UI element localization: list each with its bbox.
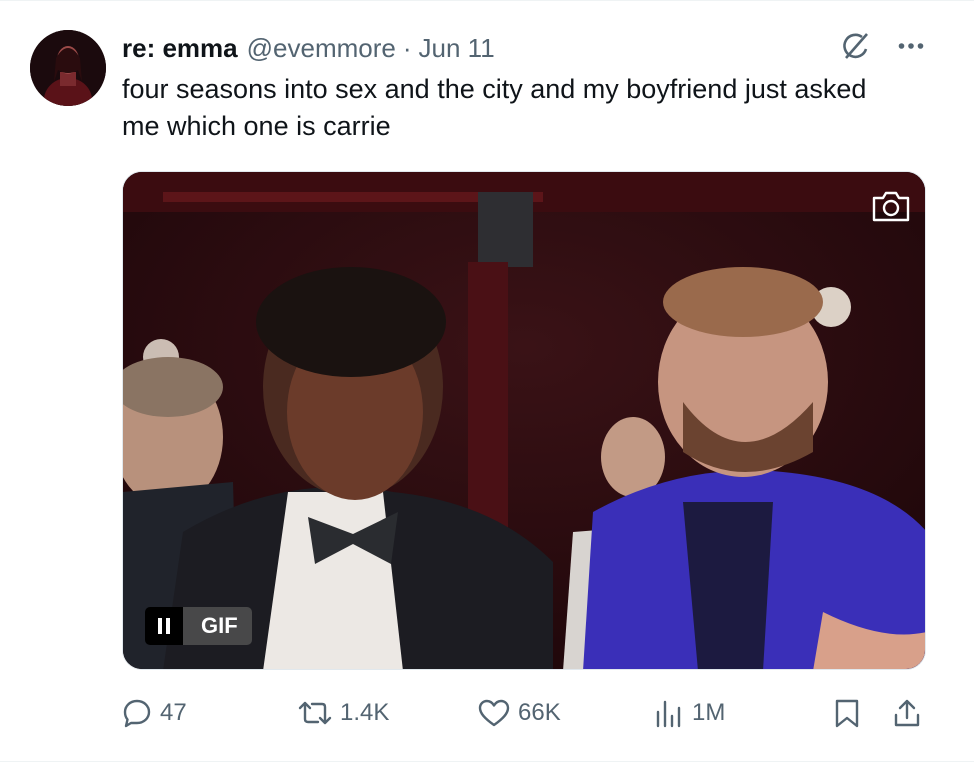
bookmark-button[interactable] bbox=[834, 690, 860, 736]
tweet-text: four seasons into sex and the city and m… bbox=[122, 74, 867, 141]
repost-button[interactable]: 1.4K bbox=[298, 690, 389, 736]
heart-icon bbox=[478, 699, 510, 727]
reply-bubble-icon bbox=[122, 698, 152, 728]
reply-count: 47 bbox=[160, 699, 187, 726]
pause-icon[interactable] bbox=[145, 607, 183, 645]
gif-badge[interactable]: GIF bbox=[145, 607, 252, 645]
reply-button[interactable]: 47 bbox=[122, 690, 187, 736]
bookmark-icon bbox=[834, 698, 860, 728]
like-count: 66K bbox=[518, 699, 561, 726]
repost-icon bbox=[298, 699, 332, 727]
more-dots-icon[interactable] bbox=[898, 42, 924, 50]
separator-dot: · bbox=[402, 32, 412, 63]
action-bar: 47 1.4K 66K 1M bbox=[122, 690, 926, 736]
display-name[interactable]: re: emma bbox=[122, 33, 238, 64]
share-button[interactable] bbox=[892, 690, 922, 736]
tweet-header: re: emma @evemmore · Jun 11 bbox=[122, 31, 495, 65]
tweet[interactable]: re: emma @evemmore · Jun 11 four seasons… bbox=[0, 0, 974, 762]
views-count: 1M bbox=[692, 699, 726, 726]
views-chart-icon bbox=[654, 698, 684, 728]
gif-frame bbox=[123, 172, 925, 669]
like-button[interactable]: 66K bbox=[478, 690, 561, 736]
views-button[interactable]: 1M bbox=[654, 690, 725, 736]
header-actions bbox=[840, 30, 924, 62]
tweet-date[interactable]: Jun 11 bbox=[419, 33, 495, 64]
repost-count: 1.4K bbox=[340, 699, 390, 726]
camera-icon[interactable] bbox=[869, 186, 913, 226]
gif-media[interactable]: GIF bbox=[122, 171, 926, 670]
grok-icon[interactable] bbox=[840, 30, 872, 62]
share-icon bbox=[892, 698, 922, 728]
avatar[interactable] bbox=[30, 30, 106, 106]
user-handle[interactable]: @evemmore bbox=[247, 33, 396, 64]
divider-top bbox=[0, 0, 974, 1]
gif-label: GIF bbox=[183, 607, 252, 645]
